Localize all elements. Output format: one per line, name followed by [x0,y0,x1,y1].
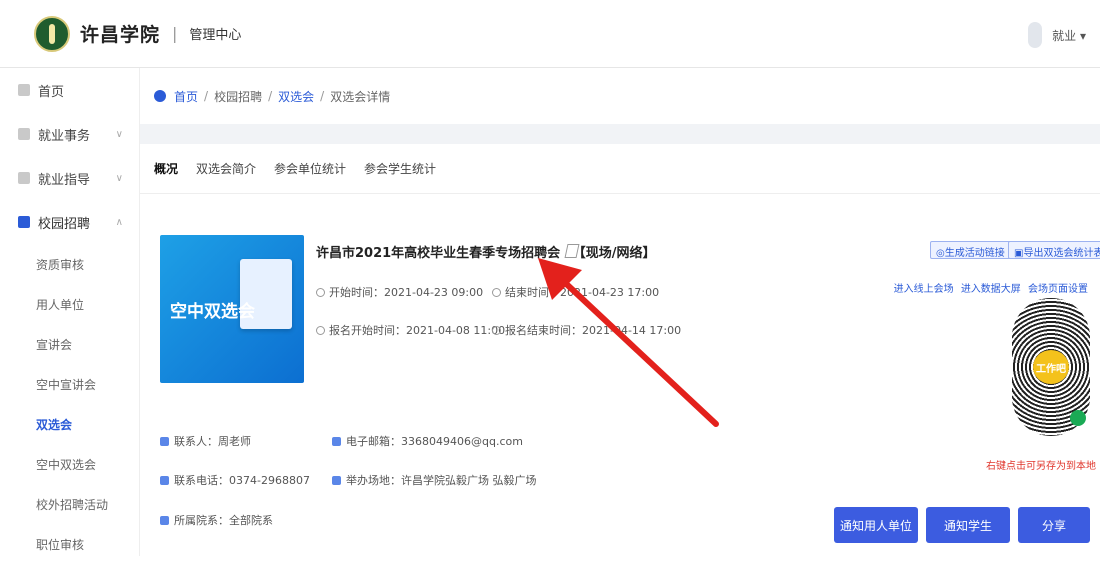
enter-dashboard-link[interactable]: 进入数据大屏 [961,284,1021,295]
reg-end-text: 报名结束时间：2021-04-14 17:00 [505,324,682,337]
contact-person-text: 联系人：周老师 [174,435,251,448]
breadcrumb-separator: / [204,89,209,103]
avatar [1028,22,1043,48]
building-icon [18,216,30,228]
breadcrumb-jobfair[interactable]: 双选会 [278,88,314,105]
location-icon [332,476,341,485]
clock-icon [316,326,325,335]
wechat-icon [1070,410,1086,426]
clock-icon [492,288,501,297]
end-time-text: 结束时间：2021-04-23 17:00 [505,286,660,299]
start-time-text: 开始时间：2021-04-23 09:00 [329,286,484,299]
sidebar-subitem-online-presentations[interactable]: 空中宣讲会 [0,364,139,404]
qr-logo: 工作吧 [1033,350,1069,384]
notify-employers-button[interactable]: 通知用人单位 [834,507,918,543]
qr-code[interactable]: 工作吧 [1012,298,1090,436]
breadcrumb-separator: / [320,89,325,103]
event-mode: 【现场/网络】 [572,246,656,261]
building-icon [160,516,169,525]
event-banner: 空中双选会 [160,235,304,383]
divider-strip [140,124,1100,144]
sidebar-item-label: 就业事务 [38,128,91,144]
generate-link-button[interactable]: ◎生成活动链接 [930,241,1011,259]
event-title-text: 许昌市2021年高校毕业生春季专场招聘会 [316,246,561,261]
chevron-down-icon: ∨ [115,128,123,140]
tab-bar: 概况 双选会简介 参会单位统计 参会学生统计 [140,144,1100,194]
tab-employer-stats[interactable]: 参会单位统计 [274,160,346,177]
breadcrumb-campus[interactable]: 校园招聘 [214,88,262,105]
person-icon [160,437,169,446]
clock-icon [492,326,501,335]
contact-email-text: 电子邮箱：3368049406@qq.com [346,435,523,448]
school-name: 许昌学院 [80,24,161,46]
contact-phone: 联系电话：0374-2968807 [160,472,310,488]
sidebar-subitem-qualification[interactable]: 资质审核 [0,244,139,284]
banner-text: 空中双选会 [170,302,255,322]
home-circle-icon [154,90,166,102]
tab-overview[interactable]: 概况 [154,160,178,177]
top-bar: 许昌学院 | 管理中心 就业 ▾ [0,0,1100,68]
contact-phone-text: 联系电话：0374-2968807 [174,474,310,487]
breadcrumb: 首页 / 校园招聘 / 双选会 / 双选会详情 [140,68,1100,124]
event-title: 许昌市2021年高校毕业生春季专场招聘会 【现场/网络】 [316,242,655,261]
reg-start-time: 报名开始时间：2021-04-08 11:00 [316,322,505,338]
tab-intro[interactable]: 双选会简介 [196,160,256,177]
breadcrumb-separator: / [268,89,273,103]
sidebar-item-label: 首页 [38,84,65,100]
section-title: 管理中心 [189,28,242,43]
chevron-up-icon: ∧ [115,216,123,228]
contact-venue: 举办场地：许昌学院弘毅广场 弘毅广场 [332,472,537,488]
phone-icon [160,476,169,485]
end-time: 结束时间：2021-04-23 17:00 [492,284,659,300]
home-icon [18,84,30,96]
user-label: 就业 ▾ [1052,28,1086,43]
header-separator: | [172,24,178,43]
tab-student-stats[interactable]: 参会学生统计 [364,160,436,177]
bulb-icon [18,172,30,184]
contact-email: 电子邮箱：3368049406@qq.com [332,433,523,449]
school-logo-icon [34,15,70,52]
sidebar-subitem-presentations[interactable]: 宣讲会 [0,324,139,364]
contact-person: 联系人：周老师 [160,433,251,449]
sidebar-subitem-job-review[interactable]: 职位审核 [0,524,139,564]
start-time: 开始时间：2021-04-23 09:00 [316,284,483,300]
sidebar-item-campus-recruitment[interactable]: 校园招聘 ∧ [0,200,139,244]
quick-links: 进入线上会场 进入数据大屏 会场页面设置 [890,280,1088,295]
notify-students-button[interactable]: 通知学生 [926,507,1010,543]
document-icon [18,128,30,140]
sidebar-item-label: 校园招聘 [38,216,91,232]
chevron-down-icon: ∨ [115,172,123,184]
sidebar-item-employment-affairs[interactable]: 就业事务 ∨ [0,112,139,156]
enter-online-venue-link[interactable]: 进入线上会场 [894,284,954,295]
qr-save-note: 右键点击可另存为到本地 [986,461,1096,472]
sidebar-subitem-offcampus[interactable]: 校外招聘活动 [0,484,139,524]
export-stats-button[interactable]: ▣导出双选会统计表 [1008,241,1100,259]
clock-icon [316,288,325,297]
sidebar-item-label: 就业指导 [38,172,91,188]
venue-settings-link[interactable]: 会场页面设置 [1028,284,1088,295]
breadcrumb-home[interactable]: 首页 [174,88,198,105]
mail-icon [332,437,341,446]
contact-dept-text: 所属院系：全部院系 [174,514,273,527]
sidebar-item-employment-guidance[interactable]: 就业指导 ∨ [0,156,139,200]
sidebar: 首页 就业事务 ∨ 就业指导 ∨ 校园招聘 ∧ 资质审核 用人单位 宣讲会 空中… [0,68,140,556]
share-button[interactable]: 分享 [1018,507,1090,543]
reg-end-time: 报名结束时间：2021-04-14 17:00 [492,322,681,338]
user-menu[interactable]: 就业 ▾ [1028,22,1086,48]
annotation-arrow-icon [538,258,719,427]
breadcrumb-detail: 双选会详情 [330,89,391,104]
contact-venue-text: 举办场地：许昌学院弘毅广场 弘毅广场 [346,474,537,487]
sidebar-item-home[interactable]: 首页 [0,68,139,112]
sidebar-subitem-employers[interactable]: 用人单位 [0,284,139,324]
sidebar-subitem-job-fair[interactable]: 双选会 [0,404,139,444]
reg-start-text: 报名开始时间：2021-04-08 11:00 [329,324,506,337]
contact-dept: 所属院系：全部院系 [160,512,273,528]
sidebar-subitem-online-job-fair[interactable]: 空中双选会 [0,444,139,484]
